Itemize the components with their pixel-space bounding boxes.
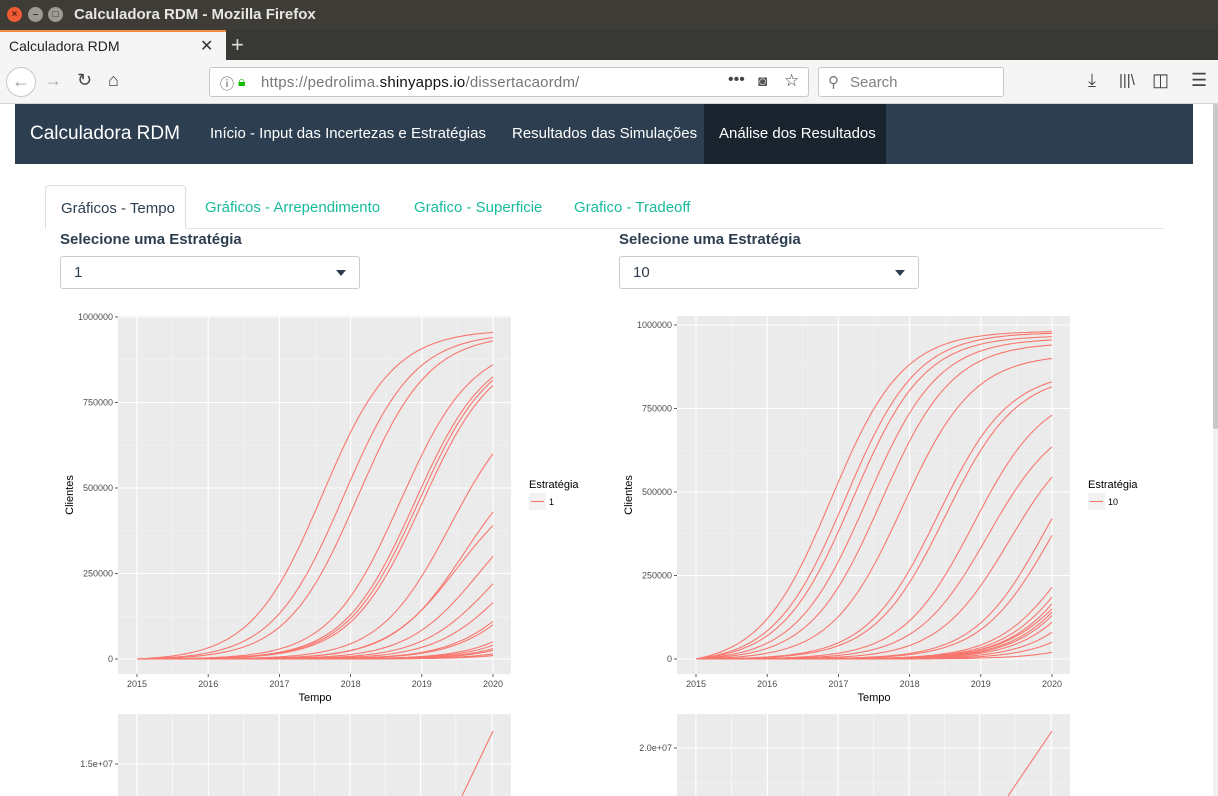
search-bar[interactable]: ⚲ Search	[818, 67, 1004, 97]
y-tick-label: 500000	[642, 487, 672, 497]
chart-right: 2015 2016 2017 2018 2019 2020 0 250000 500000 750…	[623, 316, 1138, 704]
url-prefix: https://pedrolima.	[261, 74, 380, 91]
chart-left: 2015 2016 2017 2018 2019 2020 0 250000 500000 750…	[64, 312, 579, 704]
search-icon: ⚲	[828, 74, 839, 91]
x-tick-label: 2017	[269, 679, 289, 689]
bookmark-star-icon[interactable]: ☆	[784, 71, 799, 91]
x-tick-label: 2020	[483, 679, 503, 689]
y-tick-label: 750000	[642, 404, 672, 414]
y-tick-label: 1.5e+07	[80, 759, 113, 769]
x-tick-label: 2018	[900, 679, 920, 689]
x-tick-label: 2020	[1042, 679, 1062, 689]
window-titlebar: × – □ Calculadora RDM - Mozilla Firefox	[0, 0, 1218, 30]
url-domain: shinyapps.io	[379, 74, 466, 91]
url-path: /dissertacaordm/	[465, 74, 580, 91]
reload-icon[interactable]: ↻	[77, 70, 92, 91]
page-actions-icon[interactable]: •••	[728, 71, 745, 89]
y-axis-label: Clientes	[64, 475, 76, 515]
new-tab-icon[interactable]: +	[231, 32, 244, 58]
legend-entry: 1	[549, 497, 554, 507]
y-tick-label: 250000	[642, 571, 672, 581]
chart-strategy-left: 2015 2016 2017 2018 2019 2020 0 250000 500000 750…	[64, 312, 1138, 796]
browser-toolbar: ← → ↻ ⌂ ⓘ 🔒︎ https://pedrolima.shinyapps…	[0, 60, 1218, 104]
window-maximize-button[interactable]: □	[48, 7, 63, 22]
y-tick-label: 2.0e+07	[639, 743, 672, 753]
browser-tab-title: Calculadora RDM	[9, 38, 120, 54]
browser-tab[interactable]: Calculadora RDM ✕	[0, 30, 226, 60]
url-bar[interactable]: ⓘ 🔒︎ https://pedrolima.shinyapps.io/diss…	[209, 67, 809, 97]
window-title: Calculadora RDM - Mozilla Firefox	[74, 6, 316, 23]
library-icon[interactable]: |||\	[1119, 72, 1135, 89]
x-axis-label: Tempo	[857, 692, 890, 704]
browser-tabstrip: Calculadora RDM ✕ +	[0, 30, 1218, 60]
x-tick-label: 2016	[757, 679, 777, 689]
search-placeholder: Search	[850, 74, 898, 91]
window-minimize-button[interactable]: –	[28, 7, 43, 22]
lock-icon: 🔒︎	[238, 73, 246, 89]
close-tab-icon[interactable]: ✕	[200, 36, 213, 56]
y-axis-label: Clientes	[623, 475, 635, 515]
legend-entry: 10	[1108, 497, 1118, 507]
window-close-button[interactable]: ×	[7, 7, 22, 22]
back-arrow-icon[interactable]: ←	[6, 67, 36, 97]
url-text[interactable]: https://pedrolima.shinyapps.io/dissertac…	[261, 74, 580, 91]
x-tick-label: 2019	[412, 679, 432, 689]
info-icon[interactable]: ⓘ	[220, 74, 234, 94]
forward-arrow-icon[interactable]: →	[44, 70, 62, 91]
app-viewport: Calculadora RDM Início - Input das Incer…	[0, 104, 1218, 796]
x-tick-label: 2017	[828, 679, 848, 689]
pocket-icon[interactable]: ◙	[758, 73, 767, 90]
y-tick-label: 0	[108, 654, 113, 664]
x-tick-label: 2015	[127, 679, 147, 689]
page-scrollbar-thumb[interactable]	[1213, 104, 1218, 429]
x-axis-label: Tempo	[298, 692, 331, 704]
x-tick-label: 2016	[198, 679, 218, 689]
home-icon[interactable]: ⌂	[108, 70, 119, 91]
legend-title: Estratégia	[1088, 479, 1138, 491]
y-tick-label: 750000	[83, 398, 113, 408]
chart-bottom-1: 2.0e+07	[639, 714, 1070, 796]
menu-icon[interactable]: ☰	[1191, 70, 1207, 91]
plot-panel	[677, 316, 1070, 674]
y-tick-label: 0	[667, 654, 672, 664]
y-tick-label: 250000	[83, 569, 113, 579]
y-tick-label: 1000000	[637, 320, 672, 330]
x-tick-label: 2019	[971, 679, 991, 689]
y-tick-label: 500000	[83, 483, 113, 493]
download-icon[interactable]: ⤓	[1088, 70, 1096, 91]
x-tick-label: 2018	[341, 679, 361, 689]
chart-bottom-0: 1.5e+07	[80, 714, 511, 796]
sidebar-icon[interactable]: ◫	[1152, 70, 1169, 91]
plot-panel	[118, 316, 511, 674]
y-tick-label: 1000000	[78, 312, 113, 322]
x-tick-label: 2015	[686, 679, 706, 689]
legend-title: Estratégia	[529, 479, 579, 491]
